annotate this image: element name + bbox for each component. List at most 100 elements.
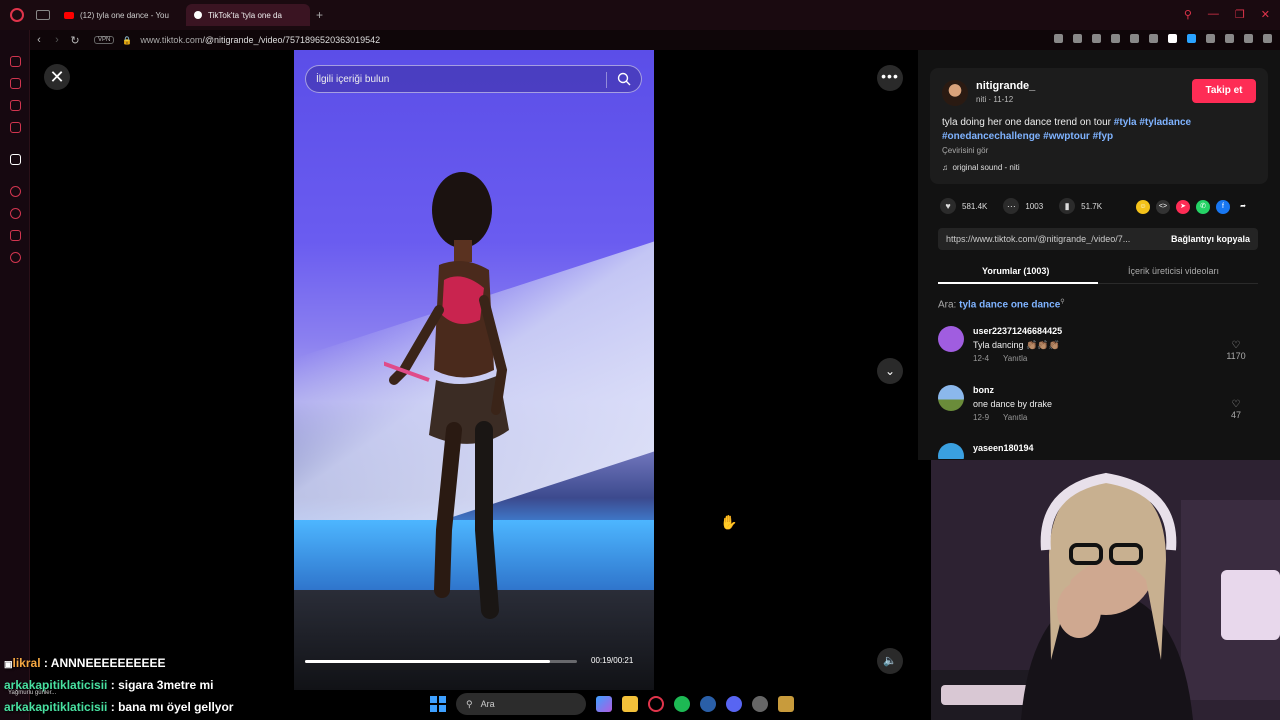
maximize-icon[interactable]: ❐ bbox=[1235, 8, 1245, 21]
share-arrow-icon[interactable]: ➦ bbox=[1236, 200, 1250, 214]
related-search[interactable]: Ara: tyla dance one dance⚲ bbox=[938, 298, 1065, 310]
menu-icon[interactable] bbox=[1263, 34, 1272, 43]
close-viewer-button[interactable]: ✕ bbox=[44, 64, 70, 90]
search-tabs-icon[interactable]: ⚲ bbox=[1184, 8, 1192, 21]
embed-icon[interactable]: <> bbox=[1156, 200, 1170, 214]
close-window-icon[interactable]: ✕ bbox=[1261, 8, 1270, 21]
video-progress-bar[interactable] bbox=[305, 660, 577, 663]
search-icon: ⚲ bbox=[466, 698, 473, 709]
comment-button[interactable]: ⋯ 1003 bbox=[1003, 198, 1043, 214]
hashtags-line1[interactable]: #tyla #tyladance bbox=[1114, 117, 1191, 128]
whatsapp-icon[interactable]: ✆ bbox=[1196, 200, 1210, 214]
send-icon[interactable]: ➤ bbox=[1176, 200, 1190, 214]
related-search-input[interactable]: İlgili içeriği bulun bbox=[305, 65, 642, 93]
opera-icon[interactable] bbox=[648, 696, 664, 712]
tab-tiktok[interactable]: TikTok'ta 'tyla one da bbox=[186, 4, 310, 26]
sidebar-player-circle-icon[interactable] bbox=[10, 186, 21, 197]
extension-icon[interactable] bbox=[1168, 34, 1177, 43]
spotify-icon[interactable] bbox=[674, 696, 690, 712]
sidebar-app-icon[interactable] bbox=[10, 154, 21, 165]
video-player[interactable]: İlgili içeriği bulun 00:19/00:21 bbox=[294, 50, 654, 690]
youtube-icon bbox=[64, 11, 74, 19]
minimize-icon[interactable]: — bbox=[1208, 8, 1219, 21]
reload-button[interactable]: ↻ bbox=[66, 34, 84, 47]
sidebar-aria-icon[interactable] bbox=[10, 56, 21, 67]
tab-workspace-icon[interactable] bbox=[36, 10, 50, 20]
sidebar-extensions-icon[interactable] bbox=[10, 230, 21, 241]
weather-widget[interactable]: Yağmurlu günler... bbox=[8, 690, 56, 696]
chat-text: : sigara 3metre mi bbox=[110, 678, 214, 692]
video-link[interactable]: https://www.tiktok.com/@nitigrande_/vide… bbox=[946, 234, 1156, 244]
comment-user[interactable]: bonz bbox=[973, 385, 994, 395]
extension-icon[interactable] bbox=[1206, 34, 1215, 43]
obs-icon[interactable] bbox=[752, 696, 768, 712]
comment-user[interactable]: user22371246684425 bbox=[973, 326, 1062, 336]
url-host: www.tiktok.com bbox=[140, 35, 203, 45]
share-friends-icon[interactable]: ☺ bbox=[1136, 200, 1150, 214]
avatar[interactable] bbox=[938, 326, 964, 352]
sidebar-store-icon[interactable] bbox=[10, 78, 21, 89]
extension-icon[interactable] bbox=[1225, 34, 1234, 43]
sound-link[interactable]: ♫ original sound - niti bbox=[942, 163, 1020, 172]
avatar[interactable] bbox=[938, 443, 964, 459]
download-icon[interactable] bbox=[1244, 34, 1253, 43]
comment-text: Tyla dancing 👏🏽👏🏽👏🏽 bbox=[973, 340, 1060, 350]
chat-message: arkakapitiklaticisii : bana mı öyel gell… bbox=[4, 698, 233, 720]
opera-logo-icon[interactable] bbox=[10, 8, 24, 22]
new-tab-button[interactable]: + bbox=[316, 8, 323, 22]
back-button[interactable]: ‹ bbox=[30, 34, 48, 46]
url-field[interactable]: www.tiktok.com/@nitigrande_/video/757189… bbox=[140, 35, 380, 45]
league-icon[interactable] bbox=[778, 696, 794, 712]
related-search-query: tyla dance one dance bbox=[959, 299, 1061, 311]
taskbar-search[interactable]: ⚲ Ara bbox=[456, 693, 586, 715]
sidebar-player-icon[interactable] bbox=[10, 100, 21, 111]
volume-button[interactable]: 🔈 bbox=[877, 648, 903, 674]
next-video-button[interactable]: ⌄ bbox=[877, 358, 903, 384]
avatar[interactable] bbox=[942, 80, 968, 106]
sidebar-settings-icon[interactable] bbox=[10, 252, 21, 263]
extension-icon[interactable] bbox=[1149, 34, 1158, 43]
save-button[interactable]: ▮ 51.7K bbox=[1059, 198, 1102, 214]
tab-creator-videos[interactable]: İçerik üreticisi videoları bbox=[1128, 266, 1219, 276]
steam-icon[interactable] bbox=[700, 696, 716, 712]
description-text: tyla doing her one dance trend on tour bbox=[942, 117, 1112, 128]
translate-link[interactable]: Çevirisini gör bbox=[942, 146, 988, 155]
copy-link-button[interactable]: Bağlantıyı kopyala bbox=[1171, 234, 1250, 244]
extension-icon[interactable] bbox=[1092, 34, 1101, 43]
like-button[interactable]: ♥ 581.4K bbox=[940, 198, 987, 214]
extension-icon[interactable] bbox=[1111, 34, 1120, 43]
sidebar-history-icon[interactable] bbox=[10, 208, 21, 219]
windows-start-icon[interactable] bbox=[430, 696, 446, 712]
screen: (12) tyla one dance - You TikTok'ta 'tyl… bbox=[0, 0, 1280, 720]
forward-button[interactable]: › bbox=[48, 34, 66, 46]
extension-icon[interactable] bbox=[1130, 34, 1139, 43]
reply-button[interactable]: Yanıtla bbox=[1003, 413, 1027, 422]
extension-icon[interactable] bbox=[1073, 34, 1082, 43]
facebook-icon[interactable]: f bbox=[1216, 200, 1230, 214]
avatar[interactable] bbox=[938, 385, 964, 411]
file-explorer-icon[interactable] bbox=[622, 696, 638, 712]
author-sub: niti · 11-12 bbox=[976, 95, 1014, 104]
save-count: 51.7K bbox=[1081, 201, 1103, 211]
chat-user: arkakapitiklaticisii bbox=[4, 700, 108, 714]
extension-icon[interactable] bbox=[1054, 34, 1063, 43]
tab-comments[interactable]: Yorumlar (1003) bbox=[982, 266, 1049, 276]
discord-icon[interactable] bbox=[726, 696, 742, 712]
extension-icon[interactable] bbox=[1187, 34, 1196, 43]
lock-icon[interactable]: 🔒 bbox=[122, 36, 132, 45]
comment-like-button[interactable]: ♡ 1170 bbox=[1224, 340, 1248, 361]
comment-user[interactable]: yaseen180194 bbox=[973, 443, 1034, 453]
vpn-badge[interactable]: VPN bbox=[94, 36, 115, 44]
tab-youtube[interactable]: (12) tyla one dance - You bbox=[56, 4, 180, 26]
more-options-button[interactable]: ••• bbox=[877, 65, 903, 91]
reply-button[interactable]: Yanıtla bbox=[1003, 354, 1027, 363]
taskbar-search-label: Ara bbox=[480, 699, 495, 709]
copilot-icon[interactable] bbox=[596, 696, 612, 712]
follow-button[interactable]: Takip et bbox=[1192, 79, 1256, 103]
search-icon[interactable] bbox=[617, 72, 631, 86]
author-name[interactable]: nitigrande_ bbox=[976, 80, 1035, 92]
sidebar-mail-icon[interactable] bbox=[10, 122, 21, 133]
address-bar: ‹ › ↻ VPN 🔒 www.tiktok.com/@nitigrande_/… bbox=[30, 30, 1280, 50]
hashtags-line2[interactable]: #onedancechallenge #wwptour #fyp bbox=[942, 131, 1113, 142]
comment-like-button[interactable]: ♡ 47 bbox=[1224, 399, 1248, 420]
